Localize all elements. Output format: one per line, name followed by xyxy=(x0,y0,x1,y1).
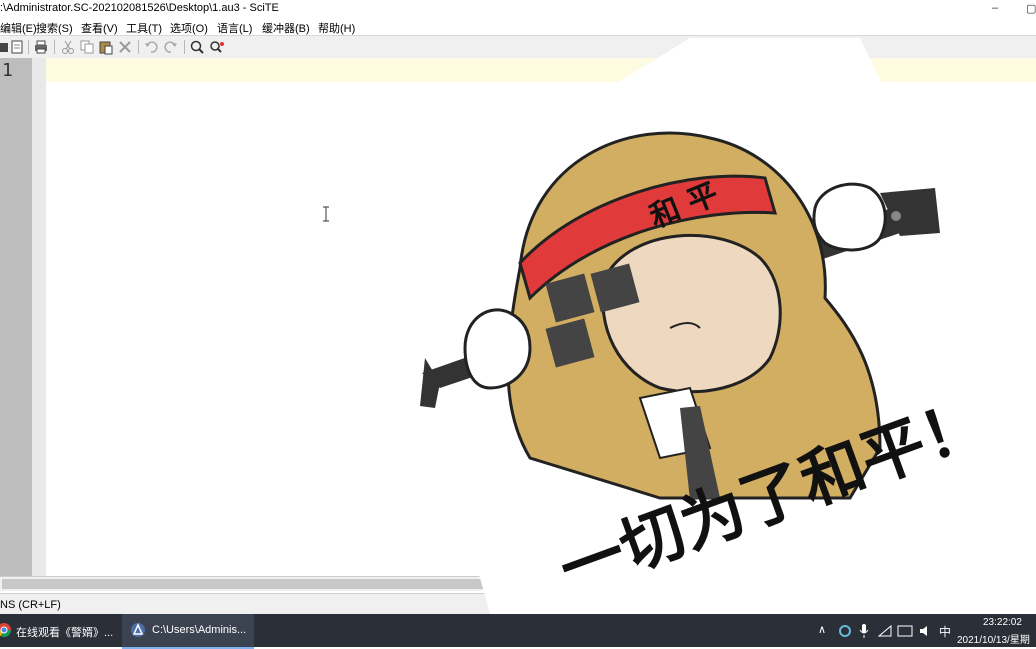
delete-icon[interactable] xyxy=(117,39,133,55)
toolbar-separator xyxy=(28,40,29,54)
ime-indicator[interactable]: 中 xyxy=(939,623,951,640)
microphone-icon[interactable] xyxy=(858,623,870,639)
tray-chevron-up-icon[interactable]: ∧ xyxy=(818,623,826,636)
taskbar-item-label: C:\Users\Adminis... xyxy=(152,624,247,636)
title-bar: :\Administrator.SC-202102081526\Desktop\… xyxy=(0,0,1036,17)
redo-icon[interactable] xyxy=(163,39,179,55)
restore-button[interactable]: ▢ xyxy=(1026,2,1036,15)
menu-tools[interactable]: 工具(T) xyxy=(126,20,162,36)
taskbar-item-browser[interactable]: 在线观看《警婿》... xyxy=(0,614,118,647)
status-text: NS (CR+LF) xyxy=(0,599,61,611)
taskbar-item-label: 在线观看《警婿》... xyxy=(16,627,114,639)
left-hand xyxy=(463,308,532,390)
clock-date[interactable]: 2021/10/13/星期 xyxy=(957,631,1030,646)
text-cursor-icon xyxy=(323,206,329,222)
minimize-button[interactable]: – xyxy=(992,2,998,14)
toolbar-separator xyxy=(54,40,55,54)
clock-time[interactable]: 23:22:02 xyxy=(983,617,1022,628)
menu-help[interactable]: 帮助(H) xyxy=(318,20,355,36)
right-hand xyxy=(812,182,887,252)
copy-icon[interactable] xyxy=(79,39,95,55)
window-title: :\Administrator.SC-202102081526\Desktop\… xyxy=(0,2,279,14)
face xyxy=(601,234,782,394)
line-number: 1 xyxy=(2,60,13,81)
menu-options[interactable]: 选项(O) xyxy=(170,20,208,36)
taskbar-item-explorer[interactable]: C:\Users\Adminis... xyxy=(122,614,254,649)
find-replace-icon[interactable] xyxy=(209,39,225,55)
find-icon[interactable] xyxy=(189,39,205,55)
network-icon[interactable] xyxy=(897,624,913,638)
save-as-icon[interactable] xyxy=(9,39,25,55)
paste-icon[interactable] xyxy=(98,39,114,55)
menu-search[interactable]: 搜索(S) xyxy=(36,20,73,36)
line-number-gutter xyxy=(0,58,32,576)
menu-view[interactable]: 查看(V) xyxy=(81,20,118,36)
menu-language[interactable]: 语言(L) xyxy=(217,20,252,36)
cut-icon[interactable] xyxy=(60,39,76,55)
volume-icon[interactable] xyxy=(918,624,932,638)
tray-app-icon[interactable] xyxy=(838,624,852,638)
toolbar-separator xyxy=(184,40,185,54)
taskbar: 在线观看《警婿》... C:\Users\Adminis... ∧ 中 xyxy=(0,614,1036,649)
menu-edit[interactable]: 编辑(E) xyxy=(0,20,37,36)
fold-margin[interactable] xyxy=(32,58,46,576)
chrome-icon xyxy=(0,623,11,637)
wifi-icon[interactable] xyxy=(878,624,892,638)
print-icon[interactable] xyxy=(33,39,49,55)
menu-buffers[interactable]: 缓冲器(B) xyxy=(262,20,310,36)
peace-sticker: 和 平 一切为了和平！ xyxy=(380,38,1036,648)
undo-icon[interactable] xyxy=(143,39,159,55)
toolbar-separator xyxy=(138,40,139,54)
autoit-icon xyxy=(131,623,145,637)
